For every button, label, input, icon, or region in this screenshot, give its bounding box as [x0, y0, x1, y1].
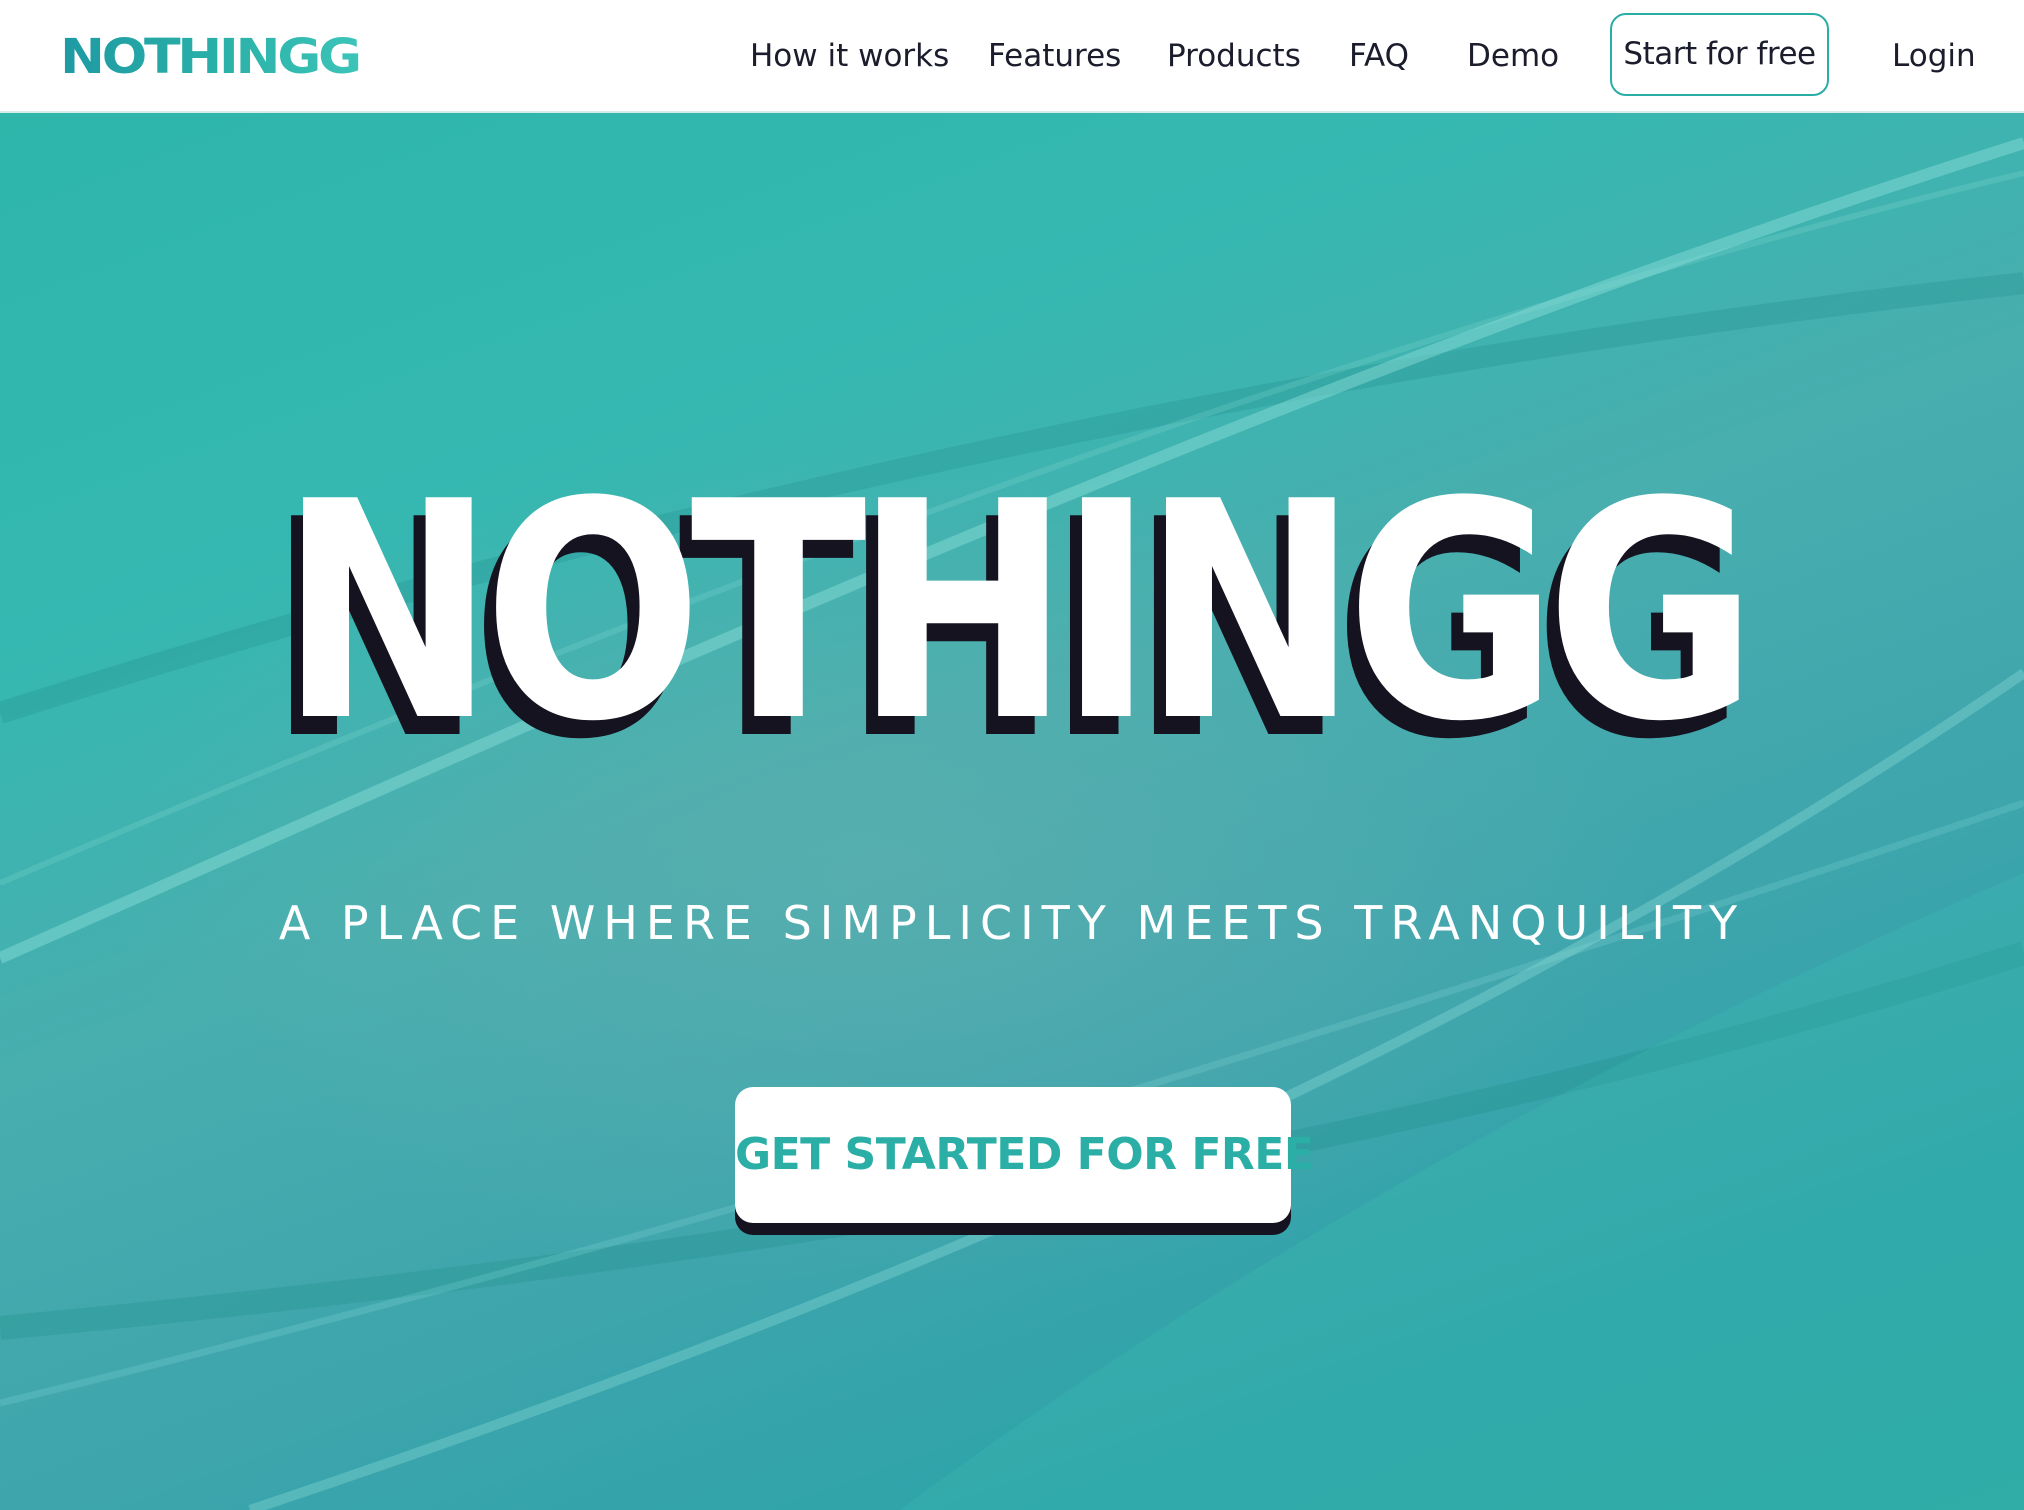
hero-title: NOTHINGG: [0, 463, 2024, 763]
get-started-button[interactable]: GET STARTED FOR FREE: [735, 1087, 1314, 1223]
nav-link-demo[interactable]: Demo: [1467, 0, 1559, 113]
nav-link-how-it-works[interactable]: How it works: [750, 0, 949, 113]
nav-link-products[interactable]: Products: [1167, 0, 1301, 113]
hero-background-waves: [0, 137, 2024, 1510]
start-for-free-button[interactable]: Start for free: [1610, 13, 1829, 96]
hero-section: NOTHINGG A PLACE WHERE SIMPLICITY MEETS …: [0, 113, 2024, 1510]
hero-title-text: NOTHINGG: [278, 438, 1757, 787]
hero-subtitle: A PLACE WHERE SIMPLICITY MEETS TRANQUILI…: [278, 896, 1746, 950]
login-link[interactable]: Login: [1892, 0, 1976, 113]
top-navbar: NOTHINGG How it works Features Products …: [0, 0, 2024, 113]
nav-link-faq[interactable]: FAQ: [1349, 0, 1409, 113]
nav-link-features[interactable]: Features: [988, 0, 1121, 113]
site-logo[interactable]: NOTHINGG: [60, 22, 362, 92]
